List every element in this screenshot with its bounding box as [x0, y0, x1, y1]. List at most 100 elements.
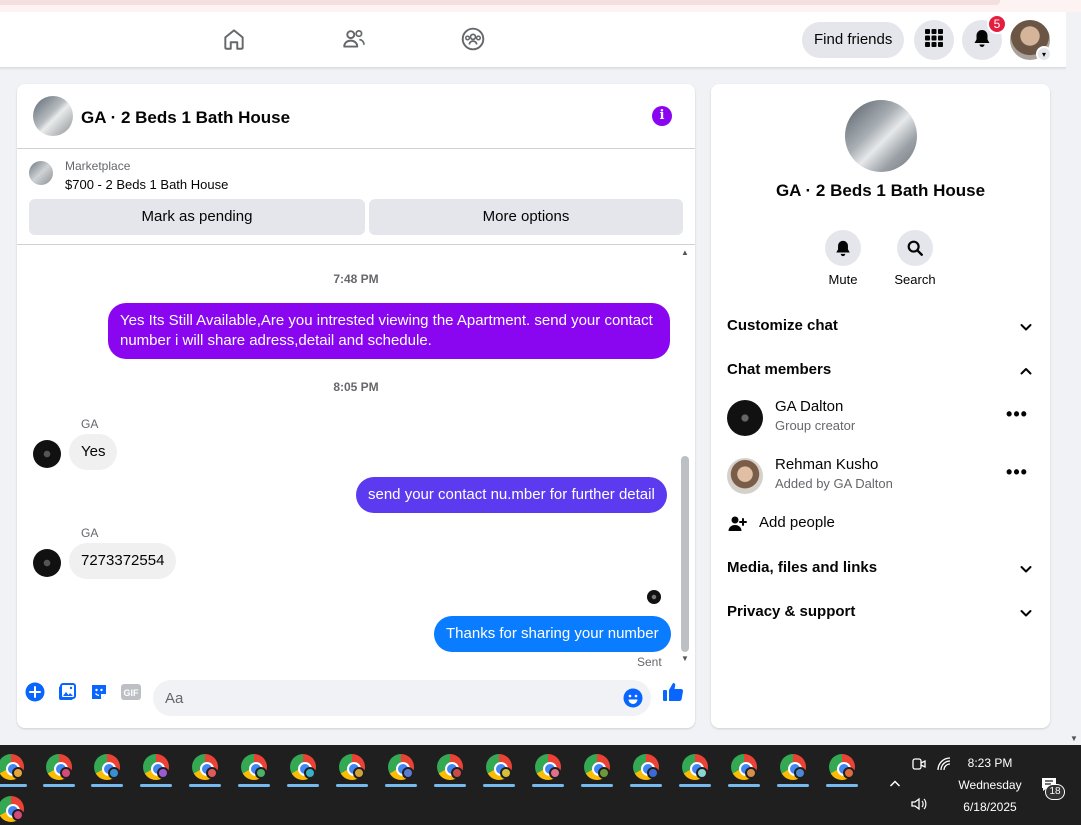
taskbar-chrome-window[interactable]	[431, 747, 469, 787]
sender-avatar[interactable]	[33, 440, 61, 468]
find-friends-button[interactable]: Find friends	[802, 22, 905, 58]
active-window-indicator	[679, 784, 711, 787]
member-avatar[interactable]	[727, 458, 763, 494]
member-name: GA Dalton	[775, 398, 844, 415]
taskbar-chrome-window[interactable]	[88, 747, 126, 787]
menu-grid-icon	[924, 28, 944, 53]
profile-badge-icon	[745, 767, 757, 779]
member-role: Added by GA Dalton	[775, 476, 893, 491]
scroll-up-arrow-icon[interactable]: ▲	[681, 248, 689, 257]
browser-top-strip	[0, 0, 1081, 12]
more-options-icon[interactable]: •••	[1005, 405, 1029, 430]
taskbar-chrome-window[interactable]	[480, 747, 518, 787]
scroll-down-arrow-icon[interactable]: ▼	[1070, 734, 1078, 743]
clock-time[interactable]: 8:23 PM	[950, 756, 1030, 770]
active-window-indicator	[483, 784, 515, 787]
marketplace-listing: Marketplace $700 - 2 Beds 1 Bath House M…	[17, 149, 695, 245]
chevron-down-icon[interactable]: ▾	[1036, 46, 1052, 62]
volume-icon[interactable]	[910, 795, 928, 813]
taskbar-chrome-window[interactable]	[529, 747, 567, 787]
taskbar-chrome-window[interactable]	[235, 747, 273, 787]
message-bubble-incoming[interactable]: 7273372554	[69, 543, 177, 579]
taskbar-chrome-window[interactable]	[0, 747, 30, 787]
taskbar-chrome-window[interactable]	[0, 789, 30, 825]
taskbar-chrome-window[interactable]	[382, 747, 420, 787]
customize-chat-label: Customize chat	[727, 317, 838, 334]
message-scrollbar[interactable]: ▲ ▼	[679, 246, 691, 666]
chat-member-item[interactable]: Rehman Kusho Added by GA Dalton •••	[727, 456, 1034, 496]
windows-taskbar: 8:23 PM Wednesday 6/18/2025 18	[0, 745, 1081, 825]
menu-grid-button[interactable]	[914, 20, 954, 60]
gif-icon[interactable]: GIF	[119, 680, 143, 704]
privacy-support-label: Privacy & support	[727, 603, 856, 620]
emoji-icon[interactable]	[623, 688, 643, 708]
profile-badge-icon	[353, 767, 365, 779]
chat-avatar[interactable]	[33, 96, 73, 136]
chat-members-row[interactable]: Chat members	[727, 361, 1034, 385]
notification-badge: 5	[987, 14, 1007, 34]
add-people-label: Add people	[759, 514, 835, 531]
more-options-button[interactable]: More options	[369, 199, 683, 235]
taskbar-chrome-window[interactable]	[40, 747, 78, 787]
taskbar-chrome-window[interactable]	[137, 747, 175, 787]
profile-badge-icon	[598, 767, 610, 779]
taskbar-chrome-window[interactable]	[627, 747, 665, 787]
mute-button[interactable]: Mute	[803, 230, 883, 287]
member-avatar[interactable]	[727, 400, 763, 436]
chat-title[interactable]: GA · 2 Beds 1 Bath House	[81, 108, 290, 128]
group-avatar[interactable]	[845, 100, 917, 172]
page-scrollbar[interactable]: ▼	[1066, 12, 1081, 745]
taskbar-chrome-window[interactable]	[725, 747, 763, 787]
sender-avatar[interactable]	[33, 549, 61, 577]
active-window-indicator	[91, 784, 123, 787]
message-input[interactable]	[165, 680, 605, 716]
sent-status: Sent	[637, 655, 662, 669]
search-icon	[897, 230, 933, 266]
profile-badge-icon	[500, 767, 512, 779]
chevron-up-icon[interactable]	[886, 775, 904, 793]
clock-date[interactable]: 6/18/2025	[950, 800, 1030, 814]
message-bubble-outgoing[interactable]: Thanks for sharing your number	[434, 616, 671, 652]
taskbar-chrome-window[interactable]	[676, 747, 714, 787]
media-files-links-row[interactable]: Media, files and links	[727, 559, 1034, 583]
friends-icon[interactable]	[339, 24, 369, 54]
sticker-icon[interactable]	[87, 680, 111, 704]
meet-now-icon[interactable]	[910, 755, 928, 773]
mark-as-pending-button[interactable]: Mark as pending	[29, 199, 365, 235]
groups-icon[interactable]	[458, 24, 488, 54]
message-list: 7:48 PM Yes Its Still Available,Are you …	[17, 246, 695, 669]
chat-member-item[interactable]: GA Dalton Group creator •••	[727, 398, 1034, 438]
listing-thumbnail[interactable]	[29, 161, 53, 185]
taskbar-chrome-window[interactable]	[823, 747, 861, 787]
message-bubble-incoming[interactable]: Yes	[69, 434, 118, 470]
message-input-container	[153, 680, 651, 716]
taskbar-chrome-window[interactable]	[774, 747, 812, 787]
more-options-icon[interactable]: •••	[1005, 463, 1029, 488]
plus-circle-icon[interactable]	[23, 680, 47, 704]
taskbar-chrome-window[interactable]	[333, 747, 371, 787]
customize-chat-row[interactable]: Customize chat	[727, 317, 1034, 341]
seen-avatar	[647, 590, 661, 604]
scrollbar-thumb[interactable]	[681, 456, 689, 652]
taskbar-chrome-window[interactable]	[186, 747, 224, 787]
bell-icon	[972, 28, 992, 53]
home-icon[interactable]	[219, 24, 249, 54]
info-icon[interactable]: i	[652, 106, 672, 126]
profile-badge-icon	[696, 767, 708, 779]
privacy-support-row[interactable]: Privacy & support	[727, 603, 1034, 627]
add-people-button[interactable]: Add people	[727, 514, 1034, 538]
profile-badge-icon	[255, 767, 267, 779]
clock-day[interactable]: Wednesday	[950, 778, 1030, 792]
listing-title[interactable]: $700 - 2 Beds 1 Bath House	[65, 177, 228, 192]
profile-badge-icon	[206, 767, 218, 779]
thumbs-up-icon[interactable]	[661, 680, 685, 704]
photo-icon[interactable]	[55, 680, 79, 704]
message-bubble-outgoing[interactable]: send your contact nu.mber for further de…	[356, 477, 667, 513]
scroll-down-arrow-icon[interactable]: ▼	[681, 654, 689, 663]
message-bubble-outgoing[interactable]: Yes Its Still Available,Are you intreste…	[108, 303, 670, 359]
taskbar-chrome-window[interactable]	[284, 747, 322, 787]
search-button[interactable]: Search	[875, 230, 955, 287]
taskbar-chrome-window[interactable]	[578, 747, 616, 787]
message-sender: GA	[81, 417, 99, 431]
browser-top-strip-bar	[0, 0, 1000, 5]
